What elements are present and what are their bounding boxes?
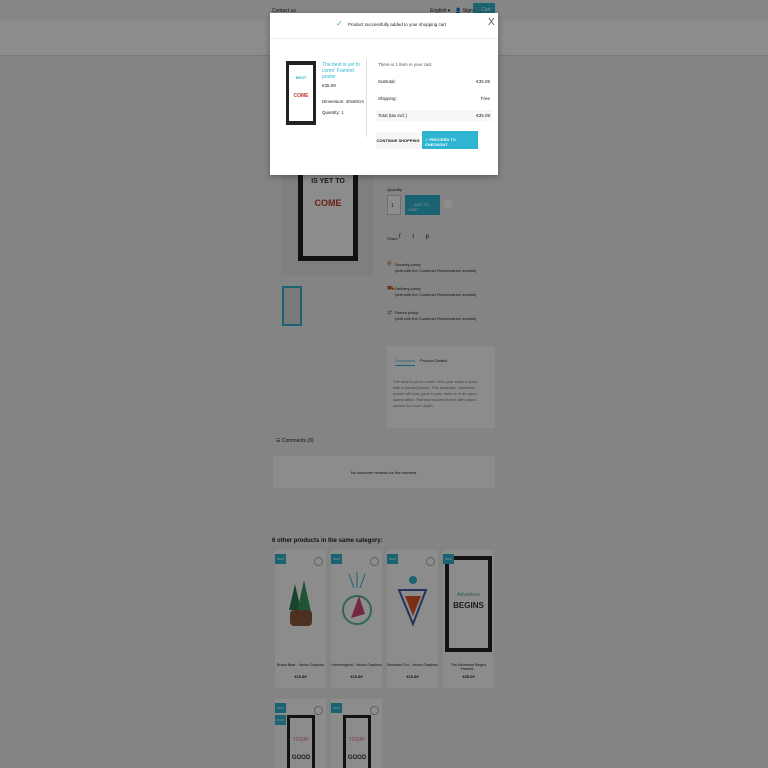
success-message: Product successfully added to your shopp…: [348, 22, 447, 27]
total-label: Total (tax incl.): [378, 113, 408, 118]
subtotal-value: €35.09: [476, 79, 490, 84]
total-row: Total (tax incl.) €35.09: [376, 110, 492, 121]
shipping-value: Free: [480, 96, 490, 101]
modal-header: ✓ Product successfully added to your sho…: [270, 13, 498, 39]
shipping-label: Shipping:: [378, 96, 397, 101]
continue-shopping-button[interactable]: CONTINUE SHOPPING: [376, 132, 420, 149]
shipping-row: Shipping: Free: [376, 93, 492, 104]
check-icon: ✓: [336, 19, 343, 28]
modal-product-name: The best is yet to come' Framed poster: [322, 62, 361, 80]
modal-poster-text-top: BEST: [295, 75, 307, 80]
subtotal-label: Subtotal:: [378, 79, 396, 84]
modal-product-dimension: Dimension: 40x60cm: [322, 99, 365, 104]
checkout-label: PROCEED TO CHECKOUT: [425, 137, 456, 147]
cart-item-count: There is 1 item in your cart.: [378, 62, 433, 67]
subtotal-row: Subtotal: €35.09: [376, 76, 492, 87]
add-to-cart-modal: ✓ Product successfully added to your sho…: [270, 13, 498, 175]
modal-divider: [366, 59, 367, 137]
proceed-to-checkout-button[interactable]: ✓ PROCEED TO CHECKOUT: [422, 131, 478, 149]
close-icon[interactable]: X: [488, 17, 495, 28]
modal-product-quantity: Quantity: 1: [322, 110, 344, 115]
modal-poster-text-bottom: COME: [293, 93, 309, 99]
modal-product-price: €35.09: [322, 83, 336, 88]
total-value: €35.09: [476, 113, 490, 118]
